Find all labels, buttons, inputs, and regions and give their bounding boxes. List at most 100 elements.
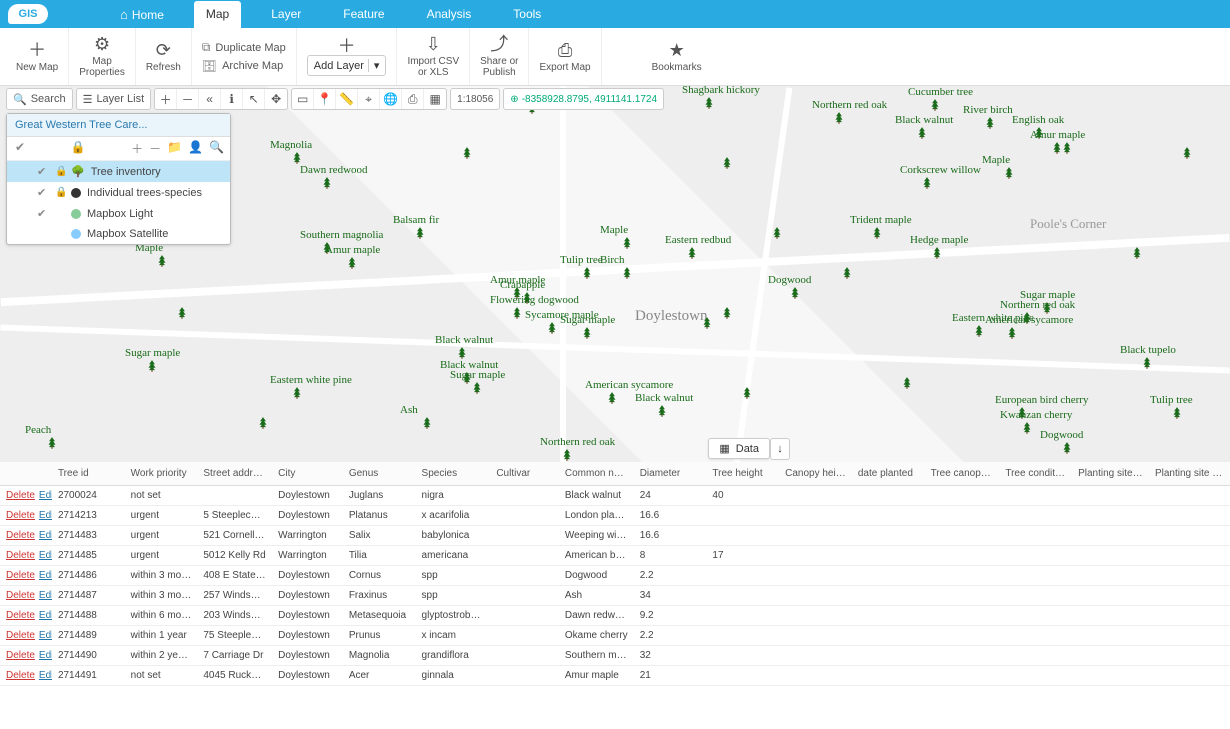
add-layer-icon[interactable]: ＋ bbox=[131, 140, 143, 157]
table-row[interactable]: DeleteEdit2714486within 3 months408 E St… bbox=[0, 566, 1230, 586]
edit-link[interactable]: Edit bbox=[39, 510, 52, 521]
column-header[interactable]: Common name bbox=[559, 462, 634, 486]
bookmarks-button[interactable]: ★ Bookmarks bbox=[642, 28, 712, 85]
tree-marker[interactable] bbox=[832, 111, 846, 127]
nav-home[interactable]: Home bbox=[108, 1, 176, 28]
edit-link[interactable]: Edit bbox=[39, 550, 52, 561]
table-row[interactable]: DeleteEdit2714488within 6 months203 Wind… bbox=[0, 606, 1230, 626]
column-header[interactable]: City bbox=[272, 462, 343, 486]
tree-marker[interactable] bbox=[920, 176, 934, 192]
tree-marker[interactable] bbox=[460, 146, 474, 162]
edit-link[interactable]: Edit bbox=[39, 650, 52, 661]
tree-marker[interactable] bbox=[1002, 166, 1016, 182]
column-header[interactable]: Diameter bbox=[634, 462, 707, 486]
tree-marker[interactable] bbox=[620, 266, 634, 282]
data-panel-toggle[interactable]: ▦ Data bbox=[708, 438, 770, 459]
table-row[interactable]: DeleteEdit2714487within 3 months257 Wind… bbox=[0, 586, 1230, 606]
data-download-button[interactable]: ↓ bbox=[770, 438, 790, 460]
table-row[interactable]: DeleteEdit2700024not setDoylestownJuglan… bbox=[0, 486, 1230, 506]
delete-link[interactable]: Delete bbox=[6, 610, 35, 621]
check-icon[interactable]: ✔ bbox=[37, 165, 49, 178]
tree-marker[interactable] bbox=[420, 416, 434, 432]
column-header[interactable]: date planted bbox=[852, 462, 925, 486]
pan-tool-button[interactable]: ✥ bbox=[265, 89, 287, 109]
export-map-button[interactable]: ⎙ Export Map bbox=[529, 28, 601, 85]
tree-marker[interactable] bbox=[256, 416, 270, 432]
edit-link[interactable]: Edit bbox=[39, 610, 52, 621]
import-csv-button[interactable]: ⇩ Import CSV or XLS bbox=[397, 28, 470, 85]
tree-marker[interactable] bbox=[972, 324, 986, 340]
visibility-toggle-icon[interactable]: ✔ bbox=[15, 140, 25, 157]
user-icon[interactable]: 👤 bbox=[188, 140, 203, 157]
pin-tool-button[interactable]: 📍 bbox=[314, 89, 336, 109]
tree-marker[interactable] bbox=[788, 286, 802, 302]
lock-icon[interactable]: 🔒 bbox=[71, 140, 86, 157]
delete-link[interactable]: Delete bbox=[6, 530, 35, 541]
map-properties-button[interactable]: ⚙ Map Properties bbox=[69, 28, 136, 85]
nav-layer[interactable]: Layer bbox=[259, 1, 313, 28]
tree-marker[interactable] bbox=[45, 436, 59, 452]
tree-marker[interactable] bbox=[1005, 326, 1019, 342]
tree-marker[interactable] bbox=[1170, 406, 1184, 422]
zoom-in-button[interactable]: ＋ bbox=[155, 89, 177, 109]
tree-marker[interactable] bbox=[870, 226, 884, 242]
zoom-out-button[interactable]: － bbox=[177, 89, 199, 109]
app-logo[interactable]: GIS bbox=[8, 4, 48, 24]
check-icon[interactable]: ✔ bbox=[37, 186, 49, 199]
tree-marker[interactable] bbox=[1130, 246, 1144, 262]
column-header[interactable]: Street address bbox=[197, 462, 272, 486]
tree-marker[interactable] bbox=[545, 321, 559, 337]
add-layer-dropdown[interactable]: Add Layer▾ bbox=[307, 55, 387, 76]
edit-link[interactable]: Edit bbox=[39, 590, 52, 601]
edit-link[interactable]: Edit bbox=[39, 630, 52, 641]
delete-link[interactable]: Delete bbox=[6, 590, 35, 601]
tree-marker[interactable] bbox=[700, 316, 714, 332]
table-row[interactable]: DeleteEdit2714491not set4045 Ruckman...D… bbox=[0, 666, 1230, 686]
edit-link[interactable]: Edit bbox=[39, 530, 52, 541]
tree-marker[interactable] bbox=[560, 448, 574, 462]
column-header[interactable]: Work priority bbox=[125, 462, 198, 486]
folder-icon[interactable]: 📁 bbox=[167, 140, 182, 157]
info-tool-button[interactable]: ℹ bbox=[221, 89, 243, 109]
column-header[interactable]: Tree canopy conc bbox=[925, 462, 1000, 486]
archive-map-button[interactable]: 🗄Archive Map bbox=[202, 59, 286, 73]
tree-marker[interactable] bbox=[1060, 441, 1074, 457]
layer-list-button[interactable]: ☰Layer List bbox=[77, 89, 151, 109]
edit-link[interactable]: Edit bbox=[39, 670, 52, 681]
lock-icon[interactable]: 🔒 bbox=[55, 187, 65, 198]
tree-marker[interactable] bbox=[915, 126, 929, 142]
grid-button[interactable]: ▦ bbox=[424, 89, 446, 109]
print-button[interactable]: ⎙ bbox=[402, 89, 424, 109]
column-header[interactable]: Tree condition bbox=[999, 462, 1072, 486]
zoom-to-layer-icon[interactable]: 🔍 bbox=[209, 140, 224, 157]
new-map-button[interactable]: ＋ New Map bbox=[6, 28, 69, 85]
pointer-tool-button[interactable]: ↖ bbox=[243, 89, 265, 109]
search-button[interactable]: 🔍Search bbox=[7, 89, 72, 109]
tree-marker[interactable] bbox=[740, 386, 754, 402]
delete-link[interactable]: Delete bbox=[6, 490, 35, 501]
table-row[interactable]: DeleteEdit2714485urgent5012 Kelly RdWarr… bbox=[0, 546, 1230, 566]
column-header[interactable]: Genus bbox=[343, 462, 416, 486]
delete-link[interactable]: Delete bbox=[6, 630, 35, 641]
tree-marker[interactable] bbox=[580, 326, 594, 342]
tree-marker[interactable] bbox=[1060, 141, 1074, 157]
layer-row[interactable]: ✔🔒Individual trees-species bbox=[7, 182, 230, 203]
duplicate-map-button[interactable]: ⧉Duplicate Map bbox=[202, 40, 286, 55]
column-header[interactable]: Canopy height bbox=[779, 462, 852, 486]
select-tool-button[interactable]: ▭ bbox=[292, 89, 314, 109]
column-header[interactable]: Planting site pow bbox=[1072, 462, 1149, 486]
nav-tools[interactable]: Tools bbox=[501, 1, 553, 28]
delete-link[interactable]: Delete bbox=[6, 650, 35, 661]
globe-button[interactable]: 🌐 bbox=[380, 89, 402, 109]
tree-marker[interactable] bbox=[1180, 146, 1194, 162]
remove-layer-icon[interactable]: － bbox=[149, 140, 161, 157]
table-row[interactable]: DeleteEdit2714483urgent521 Cornell DrWar… bbox=[0, 526, 1230, 546]
table-row[interactable]: DeleteEdit2714490within 2 years7 Carriag… bbox=[0, 646, 1230, 666]
measure-tool-button[interactable]: 📏 bbox=[336, 89, 358, 109]
table-row[interactable]: DeleteEdit2714213urgent5 Steeplechase...… bbox=[0, 506, 1230, 526]
delete-link[interactable]: Delete bbox=[6, 670, 35, 681]
tree-marker[interactable] bbox=[930, 246, 944, 262]
layer-row[interactable]: ✔🔒🌳Tree inventory bbox=[7, 161, 230, 182]
table-row[interactable]: DeleteEdit2714489within 1 year75 Steeple… bbox=[0, 626, 1230, 646]
share-publish-button[interactable]: ⤴ Share or Publish bbox=[470, 28, 529, 85]
